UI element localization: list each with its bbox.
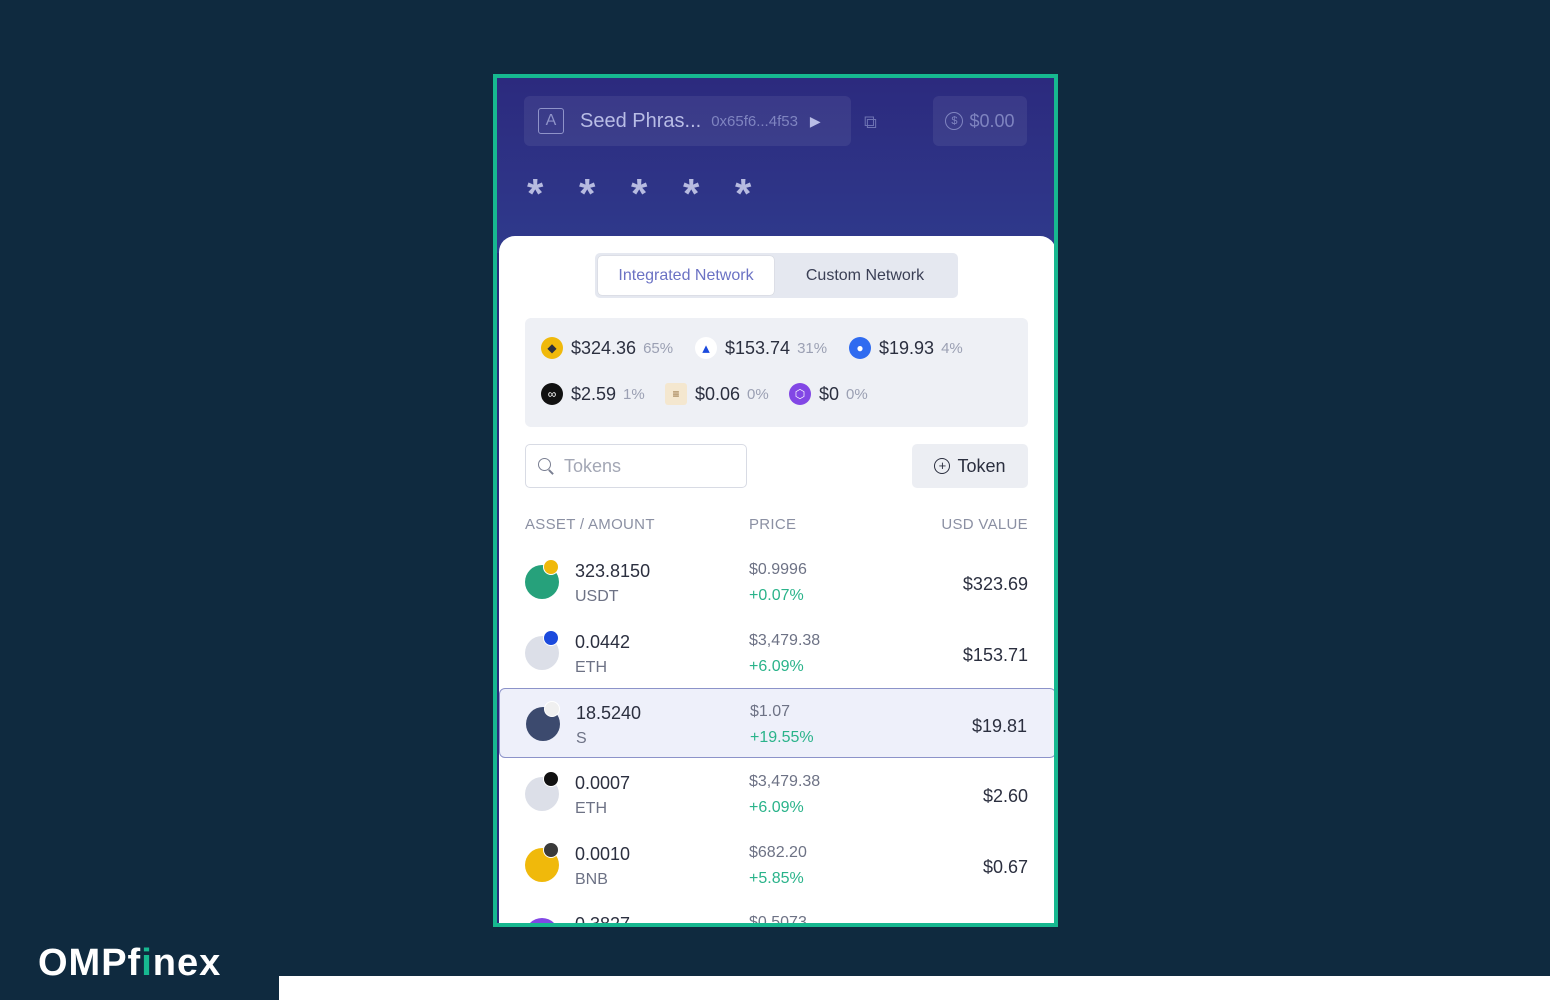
balance-button[interactable]: $ $0.00 xyxy=(933,96,1027,146)
row-usd-value: $153.71 xyxy=(962,645,1028,665)
header-price: PRICE xyxy=(749,516,797,533)
table-row-selected[interactable]: 18.5240 S $1.07 +19.55% $19.81 xyxy=(499,688,1054,758)
dist-value: $2.59 xyxy=(571,383,617,404)
dollar-coin-icon: $ xyxy=(945,112,964,130)
row-amount: 0.3827 xyxy=(575,914,631,927)
caret-right-icon: ▶ xyxy=(809,112,821,129)
polygon-icon xyxy=(525,918,559,923)
table-row[interactable]: 0.0007 ETH $3,479.38 +6.09% $2.60 xyxy=(499,759,1054,829)
row-amount: 0.0010 xyxy=(575,844,631,864)
row-usd-value: $2.60 xyxy=(982,786,1028,806)
dist-value: $324.36 xyxy=(571,337,637,358)
bnb-chain-icon: ◆ xyxy=(541,337,563,359)
arbitrum-icon: ▴ xyxy=(695,337,717,359)
dist-pct: 1% xyxy=(623,385,645,403)
dist-value: $153.74 xyxy=(725,337,791,358)
logo-highlight: i xyxy=(141,942,153,984)
row-price: $1.07 xyxy=(750,703,791,720)
row-change: +6.09% xyxy=(749,658,804,675)
dist-item[interactable]: ● $19.93 4% xyxy=(849,337,963,359)
row-price: $3,479.38 xyxy=(749,773,821,790)
wallet-frame: A Seed Phras... 0x65f6...4f53 ▶ ⧉ $ $0.0… xyxy=(493,74,1058,927)
copy-icon[interactable]: ⧉ xyxy=(864,112,884,132)
bottom-bar xyxy=(279,976,1550,1000)
wallet-header: A Seed Phras... 0x65f6...4f53 ▶ ⧉ $ $0.0… xyxy=(497,78,1054,253)
table-row[interactable]: 323.8150 USDT $0.9996 +0.07% $323.69 xyxy=(499,547,1054,617)
row-symbol: ETH xyxy=(575,800,607,817)
account-address: 0x65f6...4f53 xyxy=(711,112,798,130)
tab-custom-network[interactable]: Custom Network xyxy=(775,256,955,295)
dist-pct: 0% xyxy=(747,385,769,403)
dist-pct: 0% xyxy=(846,385,868,403)
dist-item[interactable]: ∞ $2.59 1% xyxy=(541,383,645,405)
brand-logo: OMPfinex xyxy=(38,942,221,985)
account-name: Seed Phras... xyxy=(580,109,702,132)
add-token-label: Token xyxy=(957,455,1006,476)
row-change: +6.09% xyxy=(749,799,804,816)
dist-pct: 4% xyxy=(941,339,963,357)
row-price: $0.5073 xyxy=(749,914,807,927)
row-usd-value: $19.81 xyxy=(971,716,1027,736)
masked-total-balance[interactable]: * * * * * xyxy=(527,170,763,218)
arbitrum-icon xyxy=(543,630,559,646)
scroll-icon: ≡ xyxy=(665,383,687,405)
dist-pct: 31% xyxy=(797,339,828,357)
search-input[interactable] xyxy=(562,454,736,478)
logo-prefix: OMPf xyxy=(38,942,142,984)
row-change: +19.55% xyxy=(750,729,814,746)
account-selector[interactable]: A Seed Phras... 0x65f6...4f53 ▶ xyxy=(524,96,851,146)
row-amount: 0.0007 xyxy=(575,773,631,793)
dist-value: $0 xyxy=(819,383,840,404)
bnb-chain-icon xyxy=(543,559,559,575)
add-token-button[interactable]: + Token xyxy=(912,444,1028,488)
dist-item[interactable]: ⬡ $0 0% xyxy=(789,383,868,405)
base-icon: ● xyxy=(849,337,871,359)
header-balance: $0.00 xyxy=(969,110,1015,131)
row-price: $682.20 xyxy=(749,844,807,861)
row-change: +5.85% xyxy=(749,870,804,887)
header-usd: USD VALUE xyxy=(941,516,1028,533)
account-badge: A xyxy=(538,108,564,134)
assets-panel: Integrated Network Custom Network ◆ $324… xyxy=(499,236,1054,927)
dist-item[interactable]: ◆ $324.36 65% xyxy=(541,337,673,359)
row-price: $3,479.38 xyxy=(749,632,821,649)
row-amount: 18.5240 xyxy=(576,703,642,723)
dist-item[interactable]: ▴ $153.74 31% xyxy=(695,337,827,359)
row-usd-value: $323.69 xyxy=(962,574,1028,594)
dist-pct: 65% xyxy=(643,339,674,357)
chain-icon xyxy=(544,701,560,717)
row-usd-value: $0.67 xyxy=(982,857,1028,877)
network-icon: ∞ xyxy=(541,383,563,405)
dist-value: $19.93 xyxy=(879,337,935,358)
logo-suffix: nex xyxy=(152,942,222,984)
row-change: +0.07% xyxy=(749,587,804,604)
table-row[interactable]: 0.3827 $0.5073 xyxy=(499,900,1054,927)
row-amount: 0.0442 xyxy=(575,632,631,652)
row-symbol: ETH xyxy=(575,659,607,676)
row-symbol: BNB xyxy=(575,871,608,888)
chain-icon xyxy=(543,842,559,858)
chain-distribution: ◆ $324.36 65% ▴ $153.74 31% ● $19.93 4% … xyxy=(525,318,1028,427)
dist-item[interactable]: ≡ $0.06 0% xyxy=(665,383,769,405)
network-icon xyxy=(543,771,559,787)
row-symbol: USDT xyxy=(575,588,619,605)
search-icon xyxy=(538,458,554,474)
tab-integrated-network[interactable]: Integrated Network xyxy=(598,256,774,295)
network-tabs: Integrated Network Custom Network xyxy=(595,253,958,298)
token-search xyxy=(525,444,747,488)
dist-value: $0.06 xyxy=(695,383,741,404)
table-row[interactable]: 0.0010 BNB $682.20 +5.85% $0.67 xyxy=(499,830,1054,900)
row-symbol: S xyxy=(576,730,587,747)
table-row[interactable]: 0.0442 ETH $3,479.38 +6.09% $153.71 xyxy=(499,618,1054,688)
header-asset: ASSET / AMOUNT xyxy=(525,516,655,533)
plus-circle-icon: + xyxy=(934,458,951,474)
row-price: $0.9996 xyxy=(749,561,807,578)
row-amount: 323.8150 xyxy=(575,561,651,581)
polygon-icon: ⬡ xyxy=(789,383,811,405)
